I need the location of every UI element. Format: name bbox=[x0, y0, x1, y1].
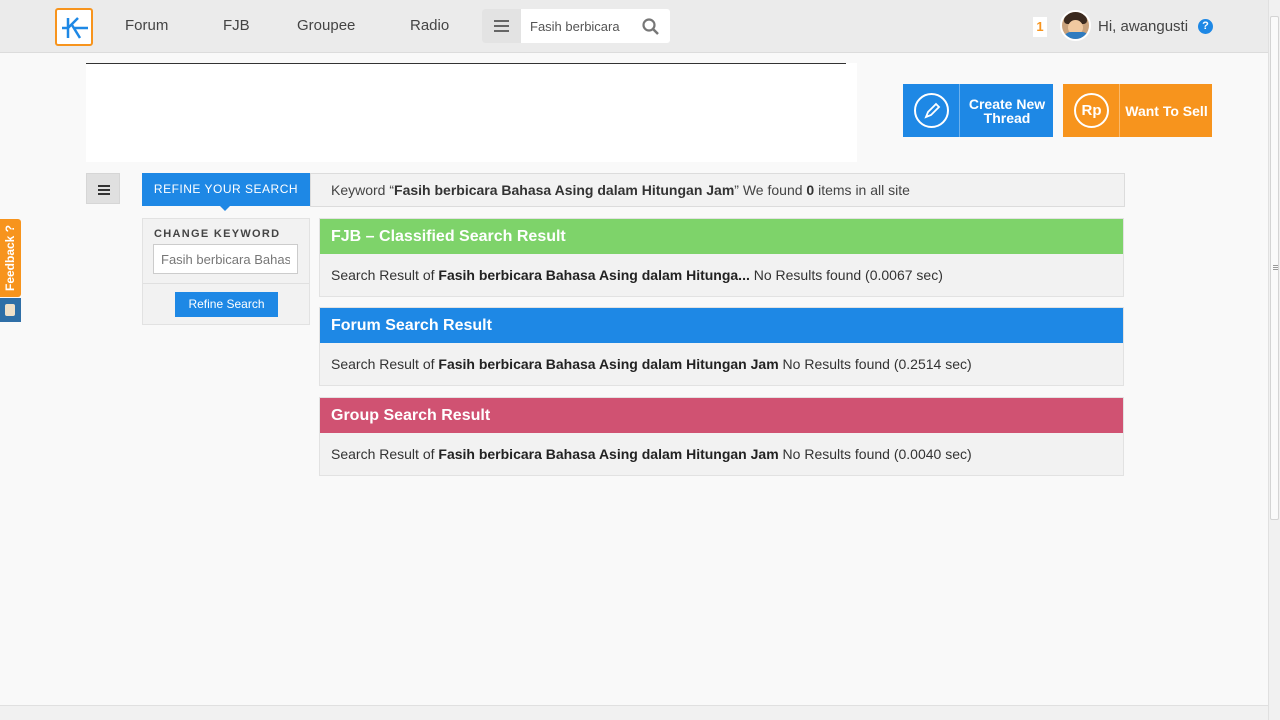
notification-badge[interactable]: 1 bbox=[1033, 17, 1047, 37]
forum-result-title[interactable]: Forum Search Result bbox=[320, 308, 1123, 343]
rupiah-icon: Rp bbox=[1063, 84, 1120, 137]
group-result-card: Group Search Result Search Result of Fas… bbox=[319, 397, 1124, 476]
feedback-label: Feedback ? bbox=[3, 224, 17, 291]
top-navbar: Forum FJB Groupee Radio 1 Hi, awangusti … bbox=[0, 0, 1268, 53]
nav-radio[interactable]: Radio bbox=[410, 17, 449, 34]
group-result-title[interactable]: Group Search Result bbox=[320, 398, 1123, 433]
keyword-input[interactable] bbox=[153, 244, 298, 274]
nav-fjb[interactable]: FJB bbox=[223, 17, 250, 34]
change-keyword-label: CHANGE KEYWORD bbox=[154, 228, 281, 240]
feedback-tab[interactable]: Feedback ? bbox=[0, 219, 21, 297]
search-summary: Keyword “Fasih berbicara Bahasa Asing da… bbox=[310, 173, 1125, 207]
kaskus-logo[interactable] bbox=[55, 8, 93, 46]
vertical-scrollbar[interactable] bbox=[1268, 0, 1280, 720]
forum-result-card: Forum Search Result Search Result of Fas… bbox=[319, 307, 1124, 386]
avatar[interactable] bbox=[1060, 10, 1091, 41]
want-to-sell-button[interactable]: Rp Want To Sell bbox=[1063, 84, 1212, 137]
kaskus-logo-icon bbox=[62, 17, 88, 39]
create-thread-label: Create New Thread bbox=[968, 95, 1046, 126]
help-icon[interactable]: ? bbox=[1198, 19, 1213, 34]
horizontal-scrollbar[interactable] bbox=[0, 705, 1268, 720]
group-result-text: Search Result of Fasih berbicara Bahasa … bbox=[331, 446, 972, 462]
refine-panel: CHANGE KEYWORD Refine Search bbox=[142, 218, 310, 325]
banner-divider bbox=[86, 63, 846, 64]
divider bbox=[143, 283, 309, 284]
search-box bbox=[482, 9, 670, 43]
refine-search-button[interactable]: Refine Search bbox=[175, 292, 278, 317]
fjb-result-title[interactable]: FJB – Classified Search Result bbox=[320, 219, 1123, 254]
summary-keyword: Fasih berbicara Bahasa Asing dalam Hitun… bbox=[394, 182, 735, 198]
nav-groupee[interactable]: Groupee bbox=[297, 17, 355, 34]
scrollbar-thumb[interactable] bbox=[1270, 16, 1279, 520]
nav-forum[interactable]: Forum bbox=[125, 17, 168, 34]
fjb-result-card: FJB – Classified Search Result Search Re… bbox=[319, 218, 1124, 297]
pencil-icon bbox=[903, 84, 960, 137]
menu-icon[interactable] bbox=[482, 9, 521, 43]
banner-area bbox=[86, 63, 857, 162]
forum-result-text: Search Result of Fasih berbicara Bahasa … bbox=[331, 356, 972, 372]
search-icon[interactable] bbox=[642, 18, 659, 35]
feedback-icon[interactable] bbox=[0, 298, 21, 322]
sidebar-toggle-icon[interactable] bbox=[86, 173, 120, 204]
create-thread-button[interactable]: Create New Thread bbox=[903, 84, 1053, 137]
search-input[interactable] bbox=[530, 9, 640, 43]
user-greeting[interactable]: Hi, awangusti bbox=[1098, 18, 1188, 35]
fjb-result-text: Search Result of Fasih berbicara Bahasa … bbox=[331, 267, 943, 283]
want-to-sell-label: Want To Sell bbox=[1125, 102, 1208, 119]
refine-your-search-tab[interactable]: REFINE YOUR SEARCH bbox=[142, 173, 310, 211]
